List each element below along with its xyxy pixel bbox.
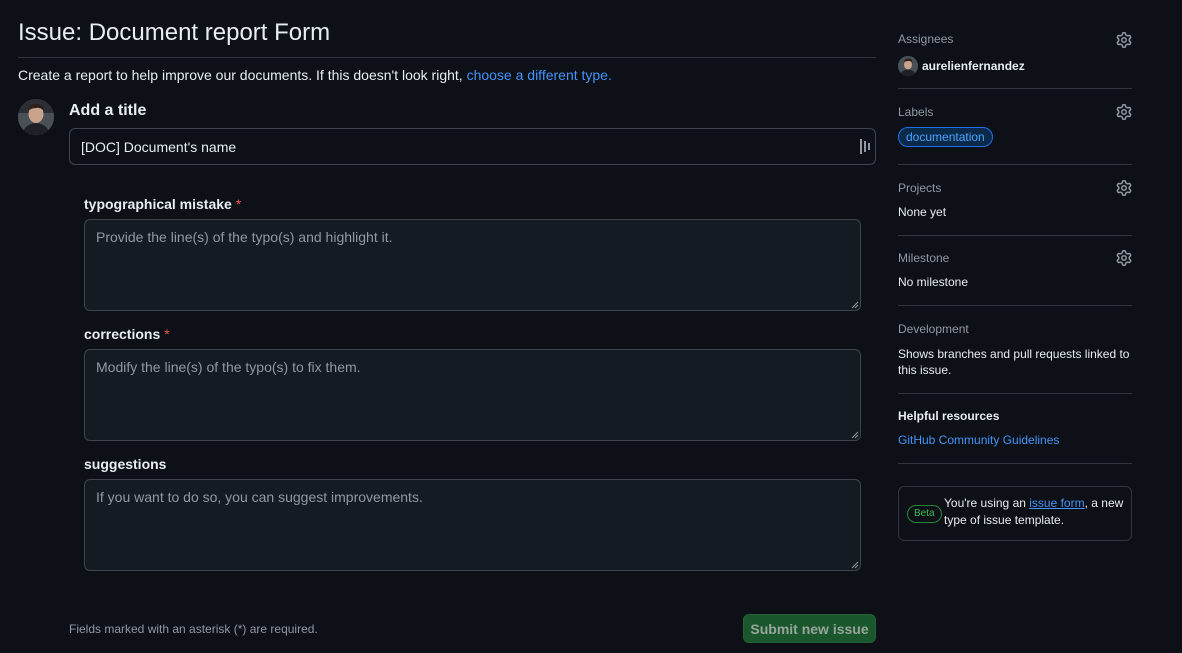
beta-notice-text: You're using an issue form, a new type o… [944, 495, 1124, 529]
required-fields-footnote: Fields marked with an asterisk (*) are r… [69, 622, 318, 636]
milestone-value: No milestone [898, 275, 969, 289]
assignees-heading: Assignees [898, 32, 954, 46]
field-label-typographical-mistake: typographical mistake * [84, 196, 241, 212]
assignees-section: Assignees aurelienfernandez [898, 32, 1132, 76]
gear-icon[interactable] [1116, 180, 1132, 196]
labels-heading: Labels [898, 105, 934, 119]
add-title-label: Add a title [69, 102, 147, 119]
field-label-text: typographical mistake [84, 196, 232, 212]
gear-icon[interactable] [1116, 250, 1132, 266]
page-subtitle: Create a report to help improve our docu… [18, 67, 612, 83]
typographical-mistake-textarea[interactable] [84, 219, 861, 311]
text-expander-icon[interactable] [860, 139, 872, 154]
field-label-suggestions: suggestions [84, 456, 170, 472]
required-asterisk: * [164, 326, 170, 342]
milestone-heading: Milestone [898, 251, 950, 265]
resize-grip-icon[interactable] [851, 301, 859, 309]
beta-text-before: You're using an [944, 496, 1030, 510]
community-guidelines-link[interactable]: GitHub Community Guidelines [898, 433, 1132, 447]
labels-list: documentation [898, 127, 1132, 147]
corrections-textarea[interactable] [84, 349, 861, 441]
development-heading: Development [898, 322, 969, 336]
milestone-section: Milestone No milestone [898, 250, 1132, 289]
avatar-image [18, 99, 54, 135]
assignee-item[interactable]: aurelienfernandez [898, 56, 1132, 76]
development-section: Development Shows branches and pull requ… [898, 322, 1132, 378]
field-label-corrections: corrections * [84, 326, 170, 342]
beta-badge: Beta [907, 505, 942, 523]
required-asterisk: * [235, 196, 242, 212]
resize-grip-icon[interactable] [851, 561, 859, 569]
sidebar-divider [898, 393, 1132, 394]
title-divider [18, 57, 876, 58]
issue-title-input[interactable] [69, 128, 876, 165]
avatar-image [898, 56, 918, 76]
assignee-avatar [898, 56, 918, 76]
helpful-resources-heading: Helpful resources [898, 409, 1000, 423]
helpful-resources-section: Helpful resources GitHub Community Guide… [898, 409, 1132, 447]
sidebar-divider [898, 88, 1132, 89]
field-label-text: corrections [84, 326, 161, 342]
issue-form-beta-notice: Beta You're using an issue form, a new t… [898, 486, 1132, 541]
projects-heading: Projects [898, 181, 942, 195]
sidebar-divider [898, 305, 1132, 306]
gear-icon[interactable] [1116, 104, 1132, 120]
development-description: Shows branches and pull requests linked … [898, 347, 1130, 377]
labels-section: Labels documentation [898, 104, 1132, 147]
field-label-text: suggestions [84, 456, 167, 472]
label-documentation[interactable]: documentation [898, 127, 993, 147]
submit-new-issue-button[interactable]: Submit new issue [743, 614, 876, 643]
subtitle-text: Create a report to help improve our docu… [18, 67, 467, 83]
projects-section: Projects None yet [898, 180, 1132, 219]
resize-grip-icon[interactable] [851, 431, 859, 439]
page-title: Issue: Document report Form [18, 19, 331, 46]
sidebar-divider [898, 463, 1132, 464]
assignee-name[interactable]: aurelienfernandez [922, 59, 1025, 73]
choose-different-type-link[interactable]: choose a different type. [467, 67, 612, 83]
sidebar-divider [898, 164, 1132, 165]
gear-icon[interactable] [1116, 32, 1132, 48]
projects-value: None yet [898, 205, 947, 219]
sidebar-divider [898, 235, 1132, 236]
user-avatar [18, 99, 54, 135]
suggestions-textarea[interactable] [84, 479, 861, 571]
issue-form-link[interactable]: issue form [1029, 496, 1084, 510]
